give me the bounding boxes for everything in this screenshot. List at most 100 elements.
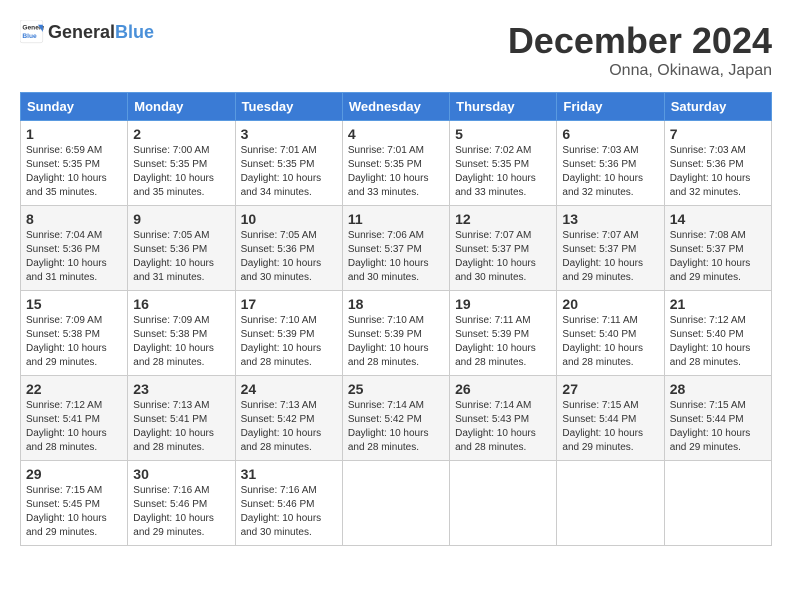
day-number: 22 — [26, 381, 122, 397]
cell-info: Sunrise: 7:13 AM Sunset: 5:42 PM Dayligh… — [241, 399, 337, 455]
day-number: 3 — [241, 126, 337, 142]
calendar-cell: 22 Sunrise: 7:12 AM Sunset: 5:41 PM Dayli… — [21, 376, 128, 461]
cell-info: Sunrise: 7:01 AM Sunset: 5:35 PM Dayligh… — [348, 144, 444, 200]
calendar-cell — [342, 461, 449, 546]
day-number: 28 — [670, 381, 766, 397]
calendar-cell: 21Sunrise: 7:12 AM Sunset: 5:40 PM Dayli… — [664, 291, 771, 376]
calendar-cell — [450, 461, 557, 546]
cell-info: Sunrise: 7:15 AM Sunset: 5:45 PM Dayligh… — [26, 484, 122, 540]
day-number: 26 — [455, 381, 551, 397]
day-number: 14 — [670, 211, 766, 227]
cell-info: Sunrise: 7:12 AM Sunset: 5:41 PM Dayligh… — [26, 399, 122, 455]
svg-text:Blue: Blue — [22, 33, 37, 40]
calendar-cell: 9 Sunrise: 7:05 AM Sunset: 5:36 PM Daylig… — [128, 206, 235, 291]
day-number: 23 — [133, 381, 229, 397]
cell-info: Sunrise: 7:02 AM Sunset: 5:35 PM Dayligh… — [455, 144, 551, 200]
calendar-cell: 31 Sunrise: 7:16 AM Sunset: 5:46 PM Dayli… — [235, 461, 342, 546]
day-number: 16 — [133, 296, 229, 312]
day-number: 24 — [241, 381, 337, 397]
logo-blue-text: Blue — [115, 22, 154, 43]
calendar-cell: 12Sunrise: 7:07 AM Sunset: 5:37 PM Dayli… — [450, 206, 557, 291]
cell-info: Sunrise: 7:01 AM Sunset: 5:35 PM Dayligh… — [241, 144, 337, 200]
day-number: 29 — [26, 466, 122, 482]
calendar-cell: 1 Sunrise: 6:59 AM Sunset: 5:35 PM Daylig… — [21, 121, 128, 206]
logo-icon: General Blue — [20, 20, 44, 44]
cell-info: Sunrise: 7:05 AM Sunset: 5:36 PM Dayligh… — [241, 229, 337, 285]
cell-info: Sunrise: 7:07 AM Sunset: 5:37 PM Dayligh… — [455, 229, 551, 285]
day-number: 30 — [133, 466, 229, 482]
title-block: December 2024 Onna, Okinawa, Japan — [508, 20, 772, 80]
calendar-cell: 28 Sunrise: 7:15 AM Sunset: 5:44 PM Dayli… — [664, 376, 771, 461]
day-number: 17 — [241, 296, 337, 312]
day-number: 1 — [26, 126, 122, 142]
calendar-cell: 15Sunrise: 7:09 AM Sunset: 5:38 PM Dayli… — [21, 291, 128, 376]
header: General Blue General Blue December 2024 … — [20, 20, 772, 80]
header-day-wednesday: Wednesday — [342, 93, 449, 121]
cell-info: Sunrise: 7:16 AM Sunset: 5:46 PM Dayligh… — [241, 484, 337, 540]
calendar-cell: 5Sunrise: 7:02 AM Sunset: 5:35 PM Daylig… — [450, 121, 557, 206]
week-row-2: 8 Sunrise: 7:04 AM Sunset: 5:36 PM Daylig… — [21, 206, 772, 291]
calendar-cell: 18Sunrise: 7:10 AM Sunset: 5:39 PM Dayli… — [342, 291, 449, 376]
calendar-cell: 17Sunrise: 7:10 AM Sunset: 5:39 PM Dayli… — [235, 291, 342, 376]
day-number: 11 — [348, 211, 444, 227]
calendar-cell: 29 Sunrise: 7:15 AM Sunset: 5:45 PM Dayli… — [21, 461, 128, 546]
calendar-cell: 23 Sunrise: 7:13 AM Sunset: 5:41 PM Dayli… — [128, 376, 235, 461]
cell-info: Sunrise: 6:59 AM Sunset: 5:35 PM Dayligh… — [26, 144, 122, 200]
calendar-cell: 26Sunrise: 7:14 AM Sunset: 5:43 PM Dayli… — [450, 376, 557, 461]
week-row-4: 22 Sunrise: 7:12 AM Sunset: 5:41 PM Dayli… — [21, 376, 772, 461]
month-title: December 2024 — [508, 20, 772, 62]
header-day-thursday: Thursday — [450, 93, 557, 121]
day-number: 8 — [26, 211, 122, 227]
cell-info: Sunrise: 7:11 AM Sunset: 5:40 PM Dayligh… — [562, 314, 658, 370]
logo: General Blue General Blue — [20, 20, 154, 44]
cell-info: Sunrise: 7:06 AM Sunset: 5:37 PM Dayligh… — [348, 229, 444, 285]
day-number: 15 — [26, 296, 122, 312]
calendar-cell: 4 Sunrise: 7:01 AM Sunset: 5:35 PM Daylig… — [342, 121, 449, 206]
header-day-friday: Friday — [557, 93, 664, 121]
day-number: 7 — [670, 126, 766, 142]
header-day-saturday: Saturday — [664, 93, 771, 121]
day-number: 18 — [348, 296, 444, 312]
day-number: 31 — [241, 466, 337, 482]
calendar-cell: 13Sunrise: 7:07 AM Sunset: 5:37 PM Dayli… — [557, 206, 664, 291]
cell-info: Sunrise: 7:00 AM Sunset: 5:35 PM Dayligh… — [133, 144, 229, 200]
calendar-cell: 19 Sunrise: 7:11 AM Sunset: 5:39 PM Dayli… — [450, 291, 557, 376]
cell-info: Sunrise: 7:03 AM Sunset: 5:36 PM Dayligh… — [670, 144, 766, 200]
day-number: 10 — [241, 211, 337, 227]
cell-info: Sunrise: 7:14 AM Sunset: 5:42 PM Dayligh… — [348, 399, 444, 455]
calendar-cell: 14Sunrise: 7:08 AM Sunset: 5:37 PM Dayli… — [664, 206, 771, 291]
calendar-cell: 3 Sunrise: 7:01 AM Sunset: 5:35 PM Daylig… — [235, 121, 342, 206]
calendar-cell: 27Sunrise: 7:15 AM Sunset: 5:44 PM Dayli… — [557, 376, 664, 461]
day-number: 20 — [562, 296, 658, 312]
header-day-monday: Monday — [128, 93, 235, 121]
day-number: 19 — [455, 296, 551, 312]
cell-info: Sunrise: 7:15 AM Sunset: 5:44 PM Dayligh… — [670, 399, 766, 455]
page-container: General Blue General Blue December 2024 … — [20, 20, 772, 546]
calendar-cell: 20 Sunrise: 7:11 AM Sunset: 5:40 PM Dayli… — [557, 291, 664, 376]
day-number: 2 — [133, 126, 229, 142]
calendar-cell: 10 Sunrise: 7:05 AM Sunset: 5:36 PM Dayli… — [235, 206, 342, 291]
cell-info: Sunrise: 7:11 AM Sunset: 5:39 PM Dayligh… — [455, 314, 551, 370]
logo-general-text: General — [48, 22, 115, 43]
calendar-cell — [664, 461, 771, 546]
cell-info: Sunrise: 7:13 AM Sunset: 5:41 PM Dayligh… — [133, 399, 229, 455]
week-row-3: 15 Sunrise: 7:09 AM Sunset: 5:38 PM Dayli… — [21, 291, 772, 376]
cell-info: Sunrise: 7:09 AM Sunset: 5:38 PM Dayligh… — [133, 314, 229, 370]
week-row-1: 1 Sunrise: 6:59 AM Sunset: 5:35 PM Daylig… — [21, 121, 772, 206]
header-day-sunday: Sunday — [21, 93, 128, 121]
day-number: 9 — [133, 211, 229, 227]
day-number: 6 — [562, 126, 658, 142]
week-row-5: 29 Sunrise: 7:15 AM Sunset: 5:45 PM Dayli… — [21, 461, 772, 546]
calendar-cell: 25 Sunrise: 7:14 AM Sunset: 5:42 PM Dayli… — [342, 376, 449, 461]
calendar-cell: 16 Sunrise: 7:09 AM Sunset: 5:38 PM Dayli… — [128, 291, 235, 376]
header-row: SundayMondayTuesdayWednesdayThursdayFrid… — [21, 93, 772, 121]
day-number: 13 — [562, 211, 658, 227]
day-number: 25 — [348, 381, 444, 397]
cell-info: Sunrise: 7:04 AM Sunset: 5:36 PM Dayligh… — [26, 229, 122, 285]
cell-info: Sunrise: 7:16 AM Sunset: 5:46 PM Dayligh… — [133, 484, 229, 540]
day-number: 4 — [348, 126, 444, 142]
calendar-table: SundayMondayTuesdayWednesdayThursdayFrid… — [20, 92, 772, 546]
day-number: 21 — [670, 296, 766, 312]
calendar-cell: 7 Sunrise: 7:03 AM Sunset: 5:36 PM Daylig… — [664, 121, 771, 206]
cell-info: Sunrise: 7:05 AM Sunset: 5:36 PM Dayligh… — [133, 229, 229, 285]
